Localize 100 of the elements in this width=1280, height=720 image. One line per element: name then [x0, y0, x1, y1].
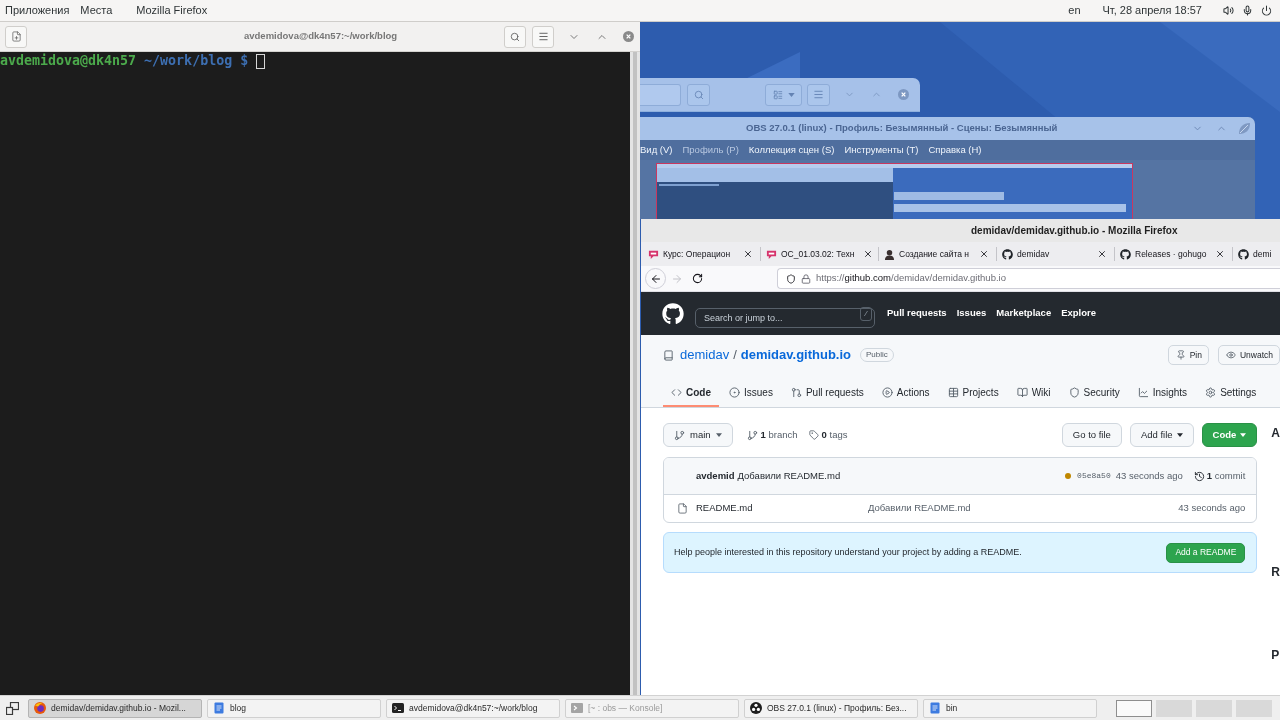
menu-icon — [813, 89, 824, 100]
play-icon — [881, 387, 893, 398]
pin-button[interactable]: Pin — [1167, 345, 1209, 365]
browser-tab[interactable]: Releases · gohugo — [1116, 244, 1230, 264]
taskbar-button[interactable]: avdemidova@dk4n57:~/work/blog — [386, 698, 560, 718]
branch-icon — [746, 429, 758, 441]
close-icon[interactable] — [743, 249, 753, 259]
menu-item[interactable]: Коллекция сцен (S) — [748, 142, 835, 158]
window-title: OBS 27.0.1 (linux) - Профиль: Безымянный - Сцены: Безымянный — [746, 121, 1058, 136]
two-squares-icon[interactable] — [6, 701, 19, 715]
nav-link[interactable]: Explore — [1061, 306, 1097, 321]
browser-tab[interactable]: ОС_01.03.02: Техн — [762, 244, 876, 264]
circle-dot-icon — [729, 387, 740, 398]
nav-link[interactable]: Marketplace — [996, 306, 1052, 321]
commits-link[interactable]: 1 commit — [1193, 468, 1246, 484]
speaker-icon[interactable] — [1223, 5, 1234, 16]
close-icon[interactable] — [1097, 249, 1107, 259]
active-app-label[interactable]: Mozilla Firefox — [136, 2, 208, 19]
caret-icon — [1176, 433, 1183, 437]
menu-button[interactable] — [532, 25, 554, 48]
repo-tab[interactable]: Projects — [939, 380, 1007, 407]
list-icon — [772, 89, 783, 100]
taskbar-button[interactable]: demidav/demidav.github.io - Mozil... — [28, 698, 202, 718]
browser-tab[interactable]: demidav — [998, 244, 1112, 264]
nav-link[interactable]: Issues — [956, 306, 987, 321]
repo-tab[interactable]: Pull requests — [782, 380, 872, 407]
book-icon — [1016, 387, 1028, 398]
repo-tab[interactable]: Settings — [1197, 380, 1265, 407]
repo-name-link[interactable]: demidav.github.io — [740, 345, 852, 365]
url-field[interactable]: https://github.com/demidav/demidav.github.io — [777, 268, 1280, 289]
file-plus-icon — [10, 31, 22, 42]
speech-bubble-icon — [766, 248, 777, 260]
scrollbar[interactable] — [630, 52, 640, 695]
shortcut-key: / — [860, 306, 872, 321]
document-icon — [929, 702, 941, 714]
new-tab-button[interactable] — [5, 25, 27, 48]
repo-tab[interactable]: Insights — [1129, 380, 1196, 407]
search-button[interactable] — [504, 25, 526, 48]
browser-tab[interactable]: Курс: Операцион — [644, 244, 758, 264]
repo-tab[interactable]: Actions — [873, 380, 938, 407]
terminal-icon — [392, 702, 404, 714]
readme-prompt-text: Help people interested in this repository understand your project by adding a README. — [674, 545, 1022, 559]
keyboard-layout[interactable]: en — [1068, 2, 1081, 19]
octocat-icon[interactable] — [662, 302, 684, 325]
close-icon[interactable] — [1215, 249, 1225, 259]
browser-tab[interactable]: Создание сайта н — [880, 244, 994, 264]
input-field[interactable] — [640, 83, 681, 106]
gear-icon — [1205, 387, 1217, 398]
taskbar-button[interactable]: OBS 27.0.1 (linux) - Профиль: Без... — [744, 698, 918, 718]
table-icon — [947, 387, 959, 398]
prompt-path: ~/work/blog $ — [144, 53, 249, 69]
workspace-thumbnail[interactable] — [1116, 699, 1152, 717]
octocat-icon — [1238, 248, 1249, 260]
window-title: demidav/demidav.github.io - Mozilla Firefox — [971, 224, 1178, 238]
clock[interactable]: Чт, 28 апреля 18:57 — [1102, 2, 1202, 19]
tags-link[interactable]: 0 tags — [808, 427, 848, 443]
close-icon[interactable] — [979, 249, 989, 259]
taskbar-button[interactable]: blog — [207, 698, 381, 718]
reload-icon — [692, 273, 703, 284]
file-commit-message[interactable]: Добавили README.md — [868, 501, 971, 516]
taskbar-button[interactable]: bin — [923, 698, 1097, 718]
owner-link[interactable]: demidav — [680, 345, 730, 365]
menu-item[interactable]: Инструменты (T) — [844, 142, 919, 158]
panel-menu[interactable]: Места — [80, 2, 113, 19]
branches-link[interactable]: 1 branch — [746, 427, 798, 443]
history-icon — [1193, 470, 1205, 482]
search-button[interactable] — [687, 83, 710, 106]
path-separator: / — [733, 346, 737, 365]
speech-bubble-icon — [648, 248, 659, 260]
close-icon[interactable] — [862, 249, 873, 259]
tag-icon — [808, 430, 819, 440]
go-to-file-button[interactable]: Go to file — [1061, 423, 1122, 447]
repo-tab[interactable]: Security — [1060, 380, 1128, 407]
file-name-link[interactable]: README.md — [696, 501, 868, 516]
repo-tab[interactable]: Issues — [721, 380, 781, 407]
sidebar-heading: R — [1271, 565, 1280, 579]
repo-tab[interactable]: Wiki — [1008, 380, 1059, 407]
commit-author[interactable]: avdemid — [696, 468, 735, 484]
add-file-button[interactable]: Add file — [1129, 423, 1194, 447]
view-toggle-button[interactable] — [765, 83, 802, 106]
branch-selector[interactable]: main — [663, 423, 733, 447]
menu-item[interactable]: Вид (V) — [640, 142, 673, 158]
microphone-icon[interactable] — [1242, 5, 1253, 16]
forward-arrow-icon — [670, 272, 683, 285]
menu-item[interactable]: Справка (H) — [928, 142, 982, 158]
commit-time: 43 seconds ago — [1115, 468, 1183, 483]
window-title: avdemidova@dk4n57:~/work/blog — [244, 29, 398, 44]
back-arrow-icon — [649, 272, 662, 285]
commit-sha[interactable]: 05e8a50 — [1077, 470, 1111, 482]
book-icon — [663, 349, 674, 361]
power-icon[interactable] — [1261, 5, 1272, 16]
search-icon — [693, 89, 704, 100]
browser-tab[interactable]: demi — [1234, 244, 1280, 264]
watch-button[interactable]: Unwatch — [1217, 345, 1280, 365]
block-cursor-icon — [256, 53, 266, 69]
nav-link[interactable]: Pull requests — [887, 306, 947, 321]
eye-icon — [1225, 350, 1236, 360]
panel-menu[interactable]: Приложения — [5, 2, 70, 19]
commit-message[interactable]: Добавили README.md — [737, 468, 841, 484]
menu-button[interactable] — [807, 83, 830, 106]
